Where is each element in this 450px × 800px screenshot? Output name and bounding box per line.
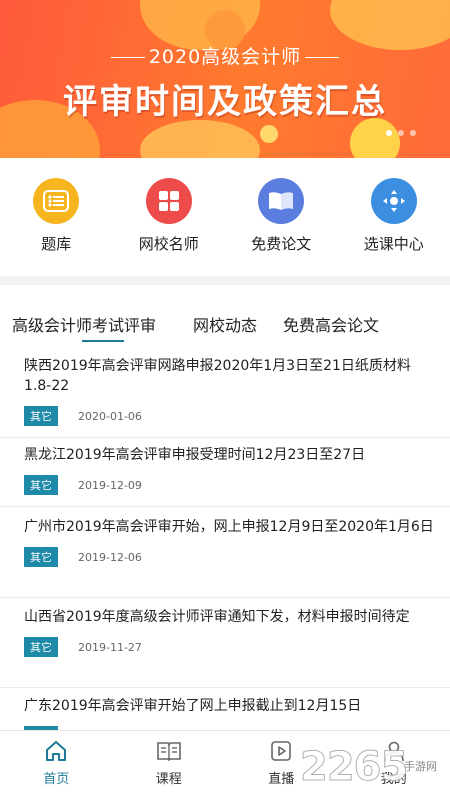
news-title: 黑龙江2019年高会评审申报受理时间12月23日至27日: [24, 447, 366, 463]
quick-item-label: 免费论文: [251, 235, 312, 253]
quick-item-teachers[interactable]: 网校名师: [113, 166, 226, 276]
tab-exam-review[interactable]: 高级会计师考试评审: [12, 312, 156, 336]
quick-item-course-center[interactable]: 选课中心: [338, 166, 450, 276]
active-tab-indicator: [82, 340, 124, 342]
banner-decoration: [350, 118, 400, 158]
nav-home[interactable]: 首页: [0, 731, 113, 800]
tab-school-news[interactable]: 网校动态: [193, 312, 257, 336]
news-date: 2019-12-06: [78, 550, 142, 564]
news-date: 2019-12-09: [78, 478, 142, 492]
watermark-text: 手游网: [404, 760, 437, 773]
news-date: 2020-01-06: [78, 409, 142, 423]
carousel-dot[interactable]: [398, 130, 404, 136]
category-tag: 其它: [24, 406, 58, 426]
list-item[interactable]: 黑龙江2019年高会评审申报受理时间12月23日至27日 其它 2019-12-…: [24, 445, 434, 495]
list-divider: [0, 687, 450, 688]
quick-item-label: 网校名师: [138, 235, 199, 253]
list-item[interactable]: 山西省2019年度高级会计师评审通知下发，材料申报时间待定 其它 2019-11…: [24, 607, 434, 657]
compass-icon: [370, 178, 417, 224]
promo-banner[interactable]: 2020高级会计师 评审时间及政策汇总: [0, 0, 450, 158]
quick-item-question-bank[interactable]: 题库: [0, 166, 113, 276]
news-title: 广州市2019年高会评审开始，网上申报12月9日至2020年1月6日: [24, 519, 434, 535]
category-tag: 其它: [24, 547, 58, 567]
category-tabs: 高级会计师考试评审 网校动态 免费高会论文: [0, 300, 450, 345]
carousel-dot[interactable]: [410, 130, 416, 136]
quick-item-label: 题库: [41, 235, 72, 253]
grid-icon: [145, 178, 192, 224]
category-tag: 其它: [24, 475, 58, 495]
quick-item-label: 选课中心: [363, 235, 424, 253]
tab-free-papers[interactable]: 免费高会论文: [283, 312, 379, 336]
banner-title: 评审时间及政策汇总: [63, 82, 387, 122]
nav-label: 课程: [155, 772, 182, 787]
play-icon: [268, 738, 294, 764]
list-icon: [33, 178, 80, 224]
banner-decoration: [260, 125, 278, 143]
quick-item-free-papers[interactable]: 免费论文: [225, 166, 338, 276]
banner-subtitle: 2020高级会计师: [0, 42, 450, 69]
watermark-number: 2265: [299, 744, 408, 791]
list-divider: [0, 597, 450, 598]
quick-menu: 题库 网校名师 免费论文 选课中心: [0, 166, 450, 276]
home-icon: [43, 738, 69, 764]
banner-decoration: [140, 120, 260, 158]
section-divider: [0, 276, 450, 285]
news-title: 山西省2019年度高级会计师评审通知下发，材料申报时间待定: [24, 609, 410, 625]
list-divider: [0, 506, 450, 507]
nav-label: 首页: [43, 772, 70, 787]
carousel-dot[interactable]: [386, 130, 392, 136]
book-icon: [258, 178, 305, 224]
list-divider: [0, 437, 450, 438]
news-date: 2019-11-27: [78, 640, 142, 654]
nav-courses[interactable]: 课程: [113, 731, 226, 800]
list-item[interactable]: 陕西2019年高会评审网路申报2020年1月3日至21日纸质材料1.8-22 其…: [24, 356, 434, 426]
news-title: 广东2019年高会评审开始了网上申报截止到12月15日: [24, 698, 362, 714]
book-open-icon: [156, 738, 182, 764]
news-title: 陕西2019年高会评审网路申报2020年1月3日至21日纸质材料1.8-22: [24, 358, 411, 394]
list-item[interactable]: 广州市2019年高会评审开始，网上申报12月9日至2020年1月6日 其它 20…: [24, 517, 434, 567]
site-watermark: 2265 手游网: [299, 744, 450, 800]
carousel-indicator: [386, 130, 416, 136]
category-tag: 其它: [24, 637, 58, 657]
